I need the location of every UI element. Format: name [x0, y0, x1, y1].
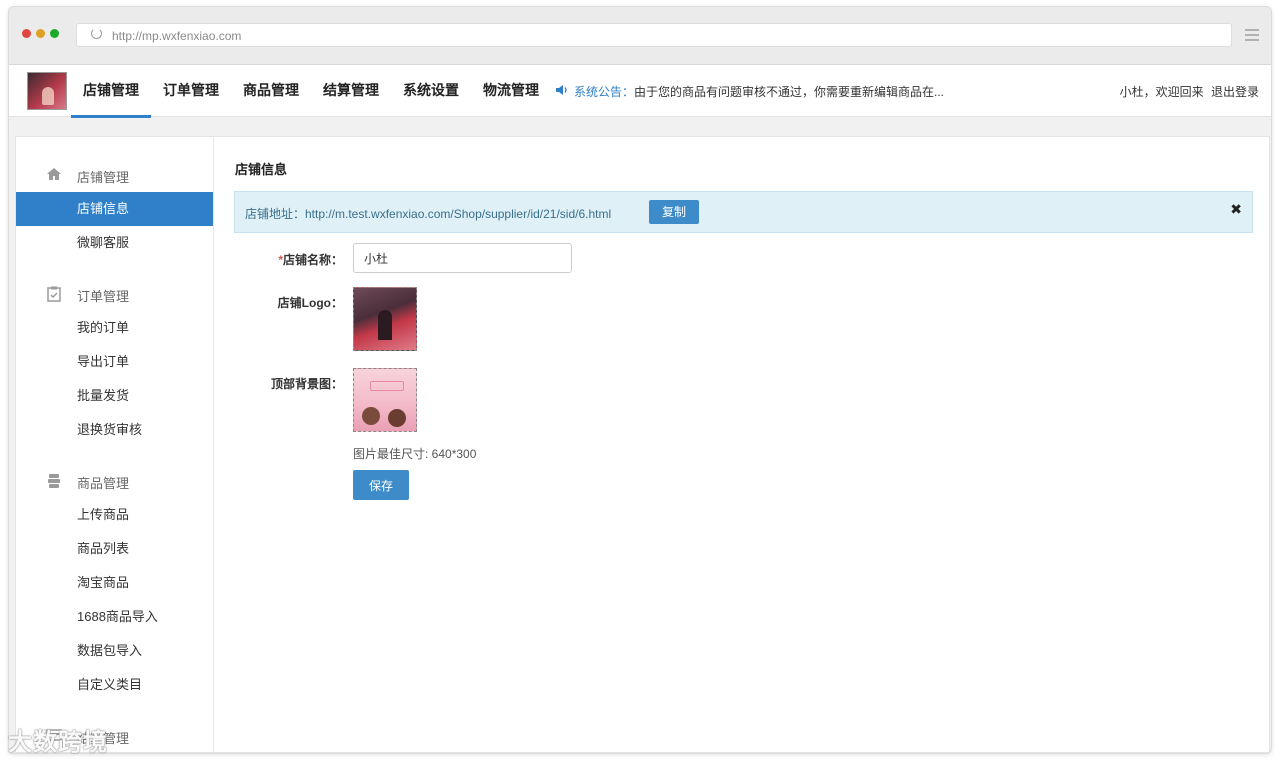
system-notice[interactable]: 系统公告： 由于您的商品有问题审核不通过，你需要重新编辑商品在... [555, 83, 944, 100]
sidebar-item-product-list[interactable]: 商品列表 [16, 532, 213, 566]
top-background-image[interactable] [353, 368, 417, 432]
browser-menu-icon[interactable] [1245, 29, 1259, 44]
sidebar-item-upload-product[interactable]: 上传商品 [16, 498, 213, 532]
page-body: 店铺管理 店铺信息 微聊客服 订单管理 我的订单 导出订单 批量发货 退换货审核… [15, 136, 1270, 753]
sidebar-item-store-info[interactable]: 店铺信息 [16, 192, 213, 226]
sidebar-group-orders: 订单管理 [16, 277, 213, 311]
image-size-hint: 图片最佳尺寸: 640*300 [353, 447, 477, 461]
save-button[interactable]: 保存 [353, 470, 409, 500]
sidebar: 店铺管理 店铺信息 微聊客服 订单管理 我的订单 导出订单 批量发货 退换货审核… [16, 137, 214, 752]
sidebar-item-returns-review[interactable]: 退换货审核 [16, 413, 213, 447]
close-icon[interactable]: ✖ [1230, 201, 1242, 218]
sidebar-item-package-import[interactable]: 数据包导入 [16, 634, 213, 668]
store-name-label: *店铺名称： [215, 251, 343, 268]
user-area: 小杜，欢迎回来 退出登录 [1120, 83, 1259, 100]
sidebar-group-products: 商品管理 [16, 464, 213, 498]
sidebar-group-label: 商品管理 [77, 476, 130, 491]
stack-icon [46, 473, 62, 489]
copy-button[interactable]: 复制 [649, 200, 699, 224]
store-address-alert: 店铺地址：http://m.test.wxfenxiao.com/Shop/su… [234, 191, 1253, 233]
sidebar-item-custom-category[interactable]: 自定义类目 [16, 668, 213, 702]
sidebar-item-my-orders[interactable]: 我的订单 [16, 311, 213, 345]
speaker-icon [555, 84, 568, 99]
sidebar-item-chat-service[interactable]: 微聊客服 [16, 226, 213, 260]
page-title: 店铺信息 [235, 162, 288, 177]
sidebar-item-taobao-products[interactable]: 淘宝商品 [16, 566, 213, 600]
nav-item-orders[interactable]: 订单管理 [151, 65, 231, 117]
maximize-dot[interactable] [50, 29, 59, 38]
top-navigation: 店铺管理 订单管理 商品管理 结算管理 系统设置 物流管理 系统公告： 由于您的… [9, 65, 1271, 118]
url-text[interactable]: http://mp.wxfenxiao.com [112, 29, 241, 43]
window-controls [22, 29, 59, 38]
browser-chrome: http://mp.wxfenxiao.com [9, 7, 1271, 65]
reload-icon[interactable] [91, 28, 102, 39]
nav-menu: 店铺管理 订单管理 商品管理 结算管理 系统设置 物流管理 [71, 65, 551, 118]
store-name-input[interactable] [353, 243, 572, 273]
store-logo-image[interactable] [353, 287, 417, 351]
notice-text[interactable]: 由于您的商品有问题审核不通过，你需要重新编辑商品在... [634, 83, 944, 100]
nav-item-logistics[interactable]: 物流管理 [471, 65, 551, 117]
close-dot[interactable] [22, 29, 31, 38]
browser-window: http://mp.wxfenxiao.com 店铺管理 订单管理 商品管理 结… [8, 6, 1272, 754]
main-content: 店铺信息 店铺地址：http://m.test.wxfenxiao.com/Sh… [215, 137, 1269, 752]
sidebar-group-label: 订单管理 [77, 289, 130, 304]
nav-item-store[interactable]: 店铺管理 [71, 65, 151, 118]
clipboard-check-icon [46, 286, 62, 302]
nav-item-settlement[interactable]: 结算管理 [311, 65, 391, 117]
address-bar[interactable]: http://mp.wxfenxiao.com [76, 23, 1232, 47]
store-name-label-text: 店铺名称： [282, 253, 343, 267]
logout-link[interactable]: 退出登录 [1211, 85, 1259, 99]
sidebar-group-label: 店铺管理 [77, 170, 130, 185]
store-logo-label: 店铺Logo： [277, 296, 343, 310]
minimize-dot[interactable] [36, 29, 45, 38]
user-greeting: 小杜，欢迎回来 [1119, 85, 1204, 99]
notice-label: 系统公告： [574, 85, 635, 99]
home-icon [46, 167, 62, 183]
nav-item-system-settings[interactable]: 系统设置 [391, 65, 471, 117]
nav-item-products[interactable]: 商品管理 [231, 65, 311, 117]
shop-logo[interactable] [27, 72, 67, 110]
top-background-label: 顶部背景图： [270, 377, 343, 391]
sidebar-item-bulk-ship[interactable]: 批量发货 [16, 379, 213, 413]
sidebar-item-export-orders[interactable]: 导出订单 [16, 345, 213, 379]
store-address-text: 店铺地址：http://m.test.wxfenxiao.com/Shop/su… [245, 207, 612, 221]
watermark-text: 大数跨境 [8, 729, 108, 756]
sidebar-group-store: 店铺管理 [16, 158, 213, 192]
sidebar-item-1688-import[interactable]: 1688商品导入 [16, 600, 213, 634]
